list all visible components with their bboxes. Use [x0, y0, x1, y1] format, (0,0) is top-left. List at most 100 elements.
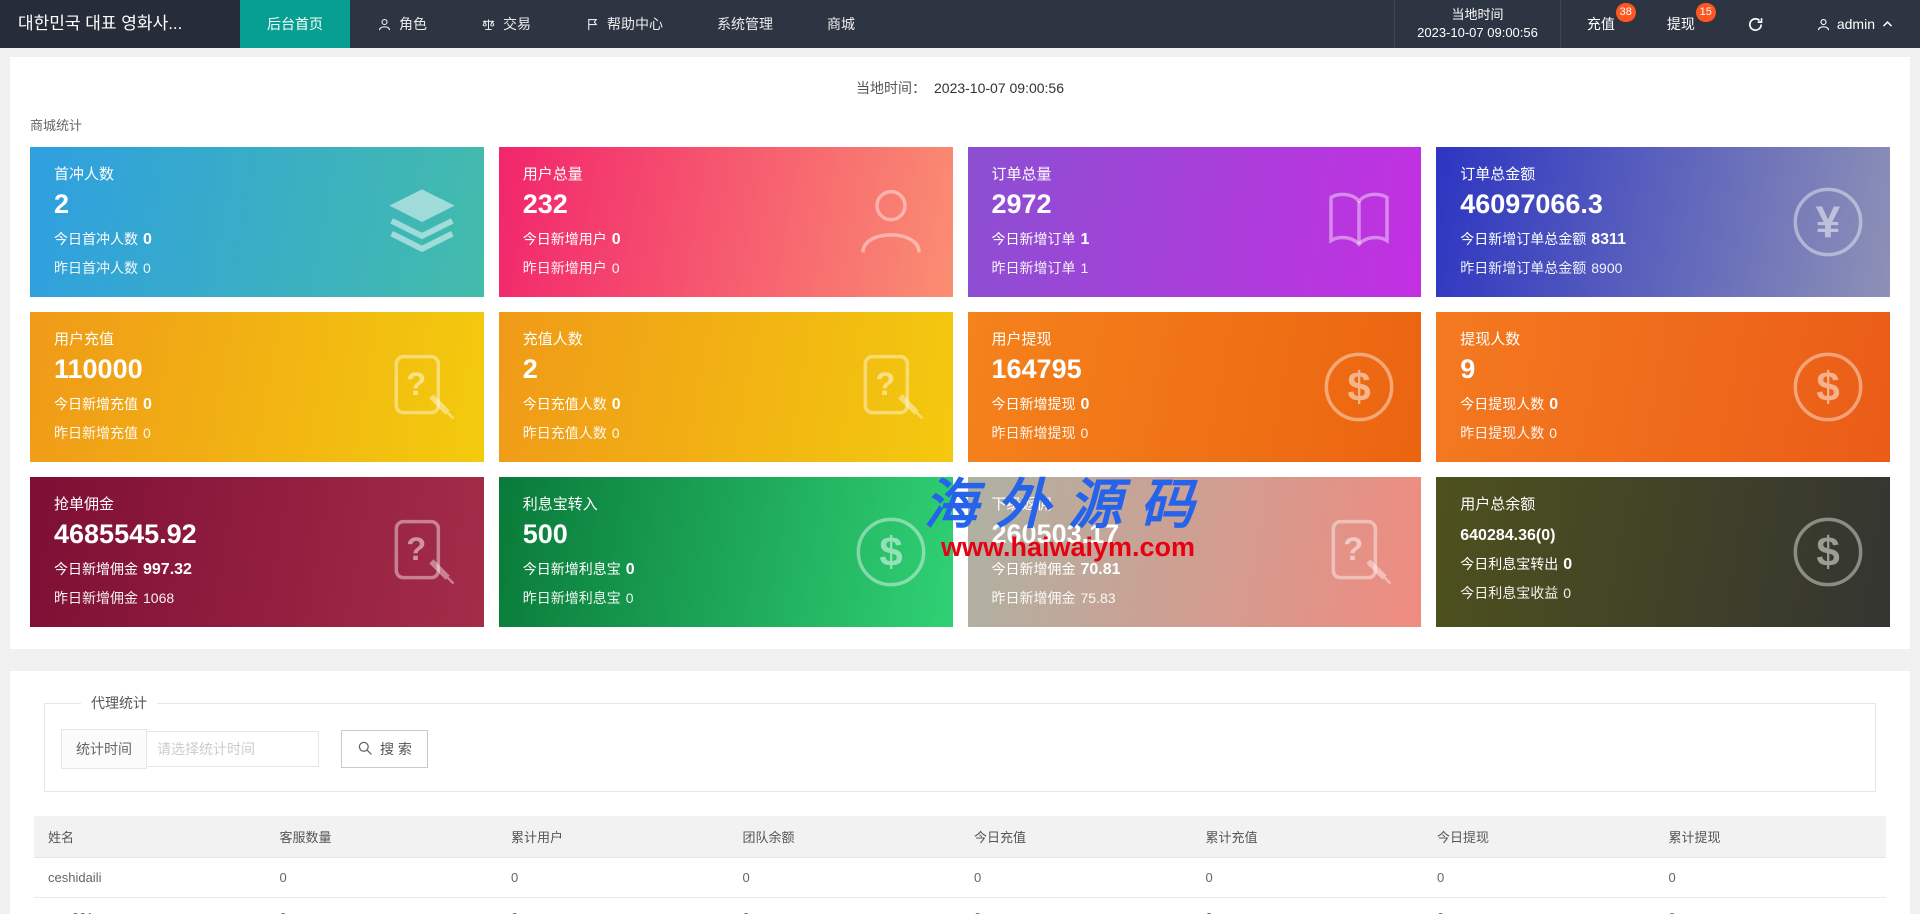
table-cell: ceshidaili — [34, 857, 266, 898]
table-header: 客服数量 — [265, 816, 497, 858]
stat-time-label: 统计时间 — [61, 729, 147, 769]
navbar-right: 当地时间 2023-10-07 09:00:56 充值 38 提现 15 adm… — [1394, 0, 1920, 48]
card-yesterday-label: 今日利息宝收益 — [1460, 585, 1559, 602]
card-today-label: 今日提现人数 — [1460, 396, 1545, 413]
card-yesterday-value: 8900 — [1591, 260, 1623, 277]
card-yesterday-value: 0 — [143, 260, 151, 277]
brand-title: 대한민국 대표 영화사... — [0, 0, 240, 48]
stat-card-5: 用户充值 110000 今日新增充值 0 昨日新增充值 0 ? — [30, 312, 484, 462]
local-time-block: 当地时间 2023-10-07 09:00:56 — [1394, 0, 1561, 48]
section-title-mall-stats: 商城统计 — [30, 118, 83, 133]
card-yesterday-label: 昨日新增佣金 — [991, 590, 1076, 607]
scales-icon — [481, 17, 496, 32]
nav-item-4[interactable]: 帮助中心 — [558, 0, 690, 48]
card-yesterday-value: 0 — [1549, 425, 1558, 442]
top-navbar: 대한민국 대표 영화사... 后台首页 角色 交易 帮助中心 系统管理 商城 当地时间 2… — [0, 0, 1920, 48]
stat-card-4: 订单总金额 46097066.3 今日新增订单总金额 8311 昨日新增订单总金额… — [1436, 147, 1890, 297]
recharge-button[interactable]: 充值 38 — [1561, 0, 1641, 48]
doc-question-icon: ? — [380, 345, 464, 429]
withdraw-button[interactable]: 提现 15 — [1641, 0, 1721, 48]
svg-text:?: ? — [406, 530, 426, 567]
card-yesterday-value: 0 — [625, 590, 634, 607]
card-today-label: 今日新增利息宝 — [522, 561, 621, 578]
page-body: 当地时间： 2023-10-07 09:00:56 商城统计 首冲人数 2 今日首… — [0, 48, 1920, 914]
nav-item-3[interactable]: 交易 — [454, 0, 558, 48]
nav-item-2[interactable]: 角色 — [350, 0, 454, 48]
dollar-circle-icon: $ — [1317, 345, 1401, 429]
doc-question-icon: ? — [380, 510, 464, 594]
svg-text:?: ? — [406, 365, 426, 402]
stat-cards-grid: 首冲人数 2 今日首冲人数 0 昨日首冲人数 0 用户总量 232 今日新增用户 0 … — [30, 147, 1890, 627]
username: admin — [1836, 16, 1875, 32]
nav-item-label: 交易 — [503, 16, 531, 32]
stat-card-9: 抢单佣金 4685545.92 今日新增佣金 997.32 昨日新增佣金 1068 … — [30, 477, 484, 627]
table-header: 今日提现 — [1423, 816, 1655, 858]
search-icon — [357, 740, 373, 759]
card-today-value: 0 — [1563, 556, 1573, 574]
table-row: ceshidaili 0 0 0 0 0 0 0 — [34, 857, 1886, 898]
card-yesterday-label: 昨日提现人数 — [1460, 425, 1545, 442]
table-cell: 0 — [265, 857, 497, 898]
card-yesterday-value: 0 — [611, 425, 620, 442]
card-today-label: 今日新增用户 — [522, 231, 607, 248]
stat-card-8: 提现人数 9 今日提现人数 0 昨日提现人数 0 $ — [1436, 312, 1890, 462]
card-yesterday-label: 昨日新增订单总金额 — [1460, 260, 1587, 277]
table-header: 累计提现 — [1654, 816, 1886, 858]
card-yesterday-value: 0 — [143, 425, 151, 442]
svg-text:?: ? — [1343, 530, 1363, 567]
local-time-label: 当地时间 — [1451, 7, 1504, 22]
yen-circle-icon: ¥ — [1786, 180, 1870, 264]
card-today-value: 0 — [143, 396, 152, 414]
dollar-circle-icon: $ — [1786, 510, 1870, 594]
user-avatar-icon — [1816, 17, 1831, 32]
card-today-label: 今日首冲人数 — [54, 231, 138, 248]
svg-text:?: ? — [875, 365, 895, 402]
table-row: qwe0010000000 — [34, 897, 1886, 914]
card-yesterday-label: 昨日首冲人数 — [54, 260, 138, 277]
table-header: 累计充值 — [1191, 816, 1423, 858]
filter-row: 统计时间 搜 索 — [61, 729, 1859, 769]
stat-card-1: 首冲人数 2 今日首冲人数 0 昨日首冲人数 0 — [30, 147, 484, 297]
svg-text:$: $ — [1348, 363, 1371, 410]
user-menu[interactable]: admin — [1790, 0, 1920, 48]
refresh-button[interactable] — [1721, 0, 1790, 48]
card-today-value: 0 — [611, 396, 621, 414]
nav-item-label: 帮助中心 — [607, 16, 663, 32]
overview-panel: 当地时间： 2023-10-07 09:00:56 商城统计 首冲人数 2 今日首… — [10, 57, 1910, 649]
card-today-label: 今日新增充值 — [54, 396, 138, 413]
page-local-time-value: 2023-10-07 09:00:56 — [934, 80, 1064, 96]
nav-item-label: 后台首页 — [267, 16, 323, 32]
table-cell: 0 — [265, 897, 497, 914]
table-cell: 0 — [728, 897, 960, 914]
nav-item-1[interactable]: 后台首页 — [240, 0, 350, 48]
flag-icon — [585, 17, 600, 32]
table-cell: 0 — [1423, 857, 1655, 898]
dollar-circle-icon: $ — [849, 510, 933, 594]
card-today-value: 0 — [143, 231, 152, 249]
agent-stats-legend: 代理统计 — [91, 695, 147, 711]
card-yesterday-value: 1 — [1080, 260, 1089, 277]
stat-card-2: 用户总量 232 今日新增用户 0 昨日新增用户 0 — [498, 147, 953, 297]
card-yesterday-value: 0 — [1563, 585, 1572, 602]
nav-item-6[interactable]: 商城 — [800, 0, 882, 48]
local-time-value: 2023-10-07 09:00:56 — [1417, 25, 1538, 40]
card-yesterday-label: 昨日新增用户 — [522, 260, 607, 277]
search-button[interactable]: 搜 索 — [341, 730, 428, 768]
card-today-value: 8311 — [1591, 231, 1626, 249]
recharge-label: 充值 — [1586, 16, 1615, 32]
table-cell: 0 — [497, 857, 729, 898]
card-yesterday-label: 昨日新增充值 — [54, 425, 138, 442]
card-today-label: 今日充值人数 — [522, 396, 607, 413]
dollar-circle-icon: $ — [1786, 345, 1870, 429]
nav-item-5[interactable]: 系统管理 — [690, 0, 800, 48]
card-yesterday-value: 1068 — [143, 590, 175, 607]
card-today-label: 今日利息宝转出 — [1460, 556, 1559, 573]
nav-item-label: 商城 — [827, 16, 855, 32]
table-cell: 0 — [1191, 857, 1423, 898]
table-cell: qwe001 — [34, 897, 266, 914]
stat-time-input[interactable] — [147, 731, 319, 767]
stat-card-12: 用户总余额 640284.36(0) 今日利息宝转出 0 今日利息宝收益 0 $ — [1436, 477, 1890, 627]
card-today-label: 今日新增订单总金额 — [1460, 231, 1587, 248]
table-cell: 0 — [960, 857, 1192, 898]
nav-item-label: 系统管理 — [717, 16, 773, 32]
